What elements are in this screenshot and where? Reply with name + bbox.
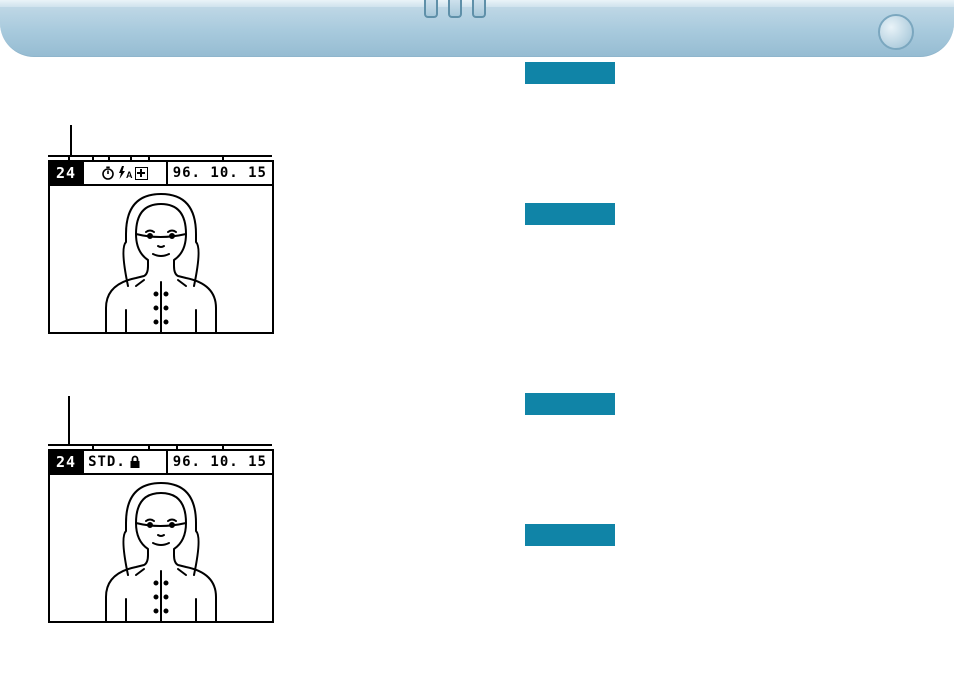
flash-auto-icon: A [117, 166, 133, 180]
connector-jacks [424, 0, 486, 18]
lock-icon [128, 455, 142, 469]
camera-screen-record: 24 A 96. 10. 15 [48, 160, 274, 334]
section-bar [525, 203, 615, 225]
jack-icon [448, 0, 462, 18]
camera-screen-play: 24 STD. 96. 10. 15 [48, 449, 274, 623]
section-bar [525, 524, 615, 546]
device-bezel [0, 0, 954, 57]
frame-counter: 24 [50, 451, 82, 473]
jack-icon [472, 0, 486, 18]
date-display: 96. 10. 15 [168, 162, 272, 184]
self-timer-icon [101, 166, 115, 180]
jack-icon [424, 0, 438, 18]
dial-button[interactable] [878, 14, 914, 50]
mode-icons-group: STD. [82, 451, 168, 473]
screen-status-bar: 24 STD. 96. 10. 15 [50, 451, 272, 473]
viewfinder [50, 473, 272, 621]
viewfinder [50, 184, 272, 332]
mode-icons-group: A [82, 162, 168, 184]
subject-illustration [86, 475, 236, 621]
section-bar [525, 62, 615, 84]
svg-text:A: A [126, 170, 133, 180]
section-bar [525, 393, 615, 415]
exposure-plus-icon [135, 167, 148, 180]
date-display: 96. 10. 15 [168, 451, 272, 473]
screen-status-bar: 24 A 96. 10. 15 [50, 162, 272, 184]
frame-counter: 24 [50, 162, 82, 184]
subject-illustration [86, 186, 236, 332]
quality-label: STD. [88, 451, 126, 473]
